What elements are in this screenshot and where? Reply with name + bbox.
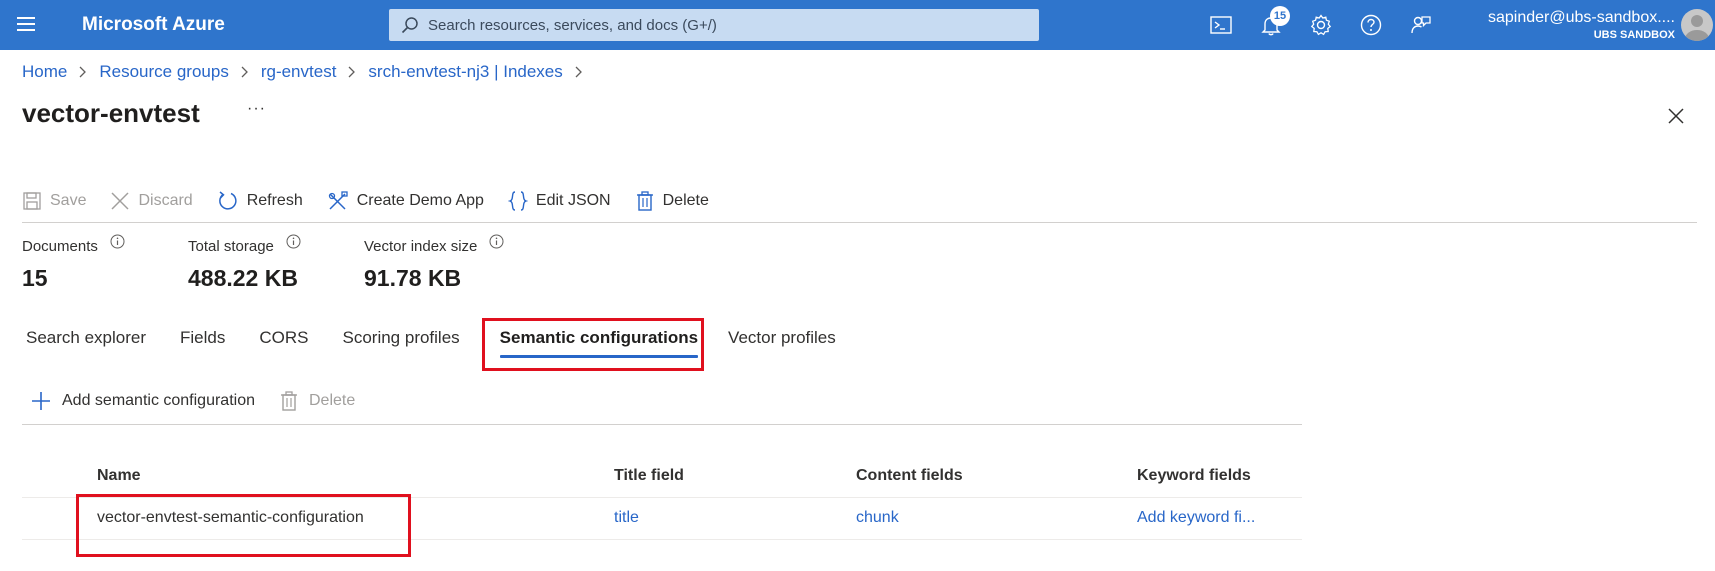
column-header-title-field[interactable]: Title field (614, 464, 684, 488)
breadcrumb-home[interactable]: Home (22, 62, 67, 82)
chevron-right-icon (348, 66, 356, 78)
trash-icon (281, 391, 297, 411)
metric-total-storage: Total storage 488.22 KB (188, 234, 301, 292)
menu-icon[interactable] (16, 14, 40, 36)
column-header-keyword-fields[interactable]: Keyword fields (1137, 464, 1251, 488)
tab-fields[interactable]: Fields (180, 328, 225, 358)
table-header: Name Title field Content fields Keyword … (22, 460, 1302, 498)
create-demo-app-label: Create Demo App (356, 192, 484, 209)
chevron-right-icon (241, 66, 248, 78)
breadcrumb: Home Resource groups rg-envtest srch-env… (22, 62, 595, 82)
info-icon[interactable] (110, 234, 125, 249)
index-tabs: Search explorer Fields CORS Scoring prof… (26, 328, 870, 358)
chevron-right-icon (79, 66, 87, 78)
semantic-toolbar: Add semantic configuration Delete (30, 390, 379, 412)
content-fields-link[interactable]: chunk (856, 506, 899, 530)
help-icon[interactable] (1359, 13, 1383, 37)
metric-value: 488.22 KB (188, 265, 298, 291)
delete-label: Delete (309, 392, 356, 409)
trash-icon (636, 191, 653, 211)
edit-json-label: Edit JSON (535, 192, 611, 209)
delete-label: Delete (662, 192, 709, 209)
discard-label: Discard (138, 192, 193, 209)
index-toolbar: Save Discard Refresh Create Demo App Edi… (22, 186, 733, 216)
refresh-button[interactable]: Refresh (217, 190, 303, 212)
avatar[interactable] (1681, 9, 1713, 41)
create-demo-app-button[interactable]: Create Demo App (327, 190, 484, 212)
tab-search-explorer[interactable]: Search explorer (26, 328, 146, 358)
save-label: Save (50, 192, 87, 209)
info-icon[interactable] (489, 234, 504, 249)
column-header-name[interactable]: Name (97, 464, 141, 488)
top-bar: Microsoft Azure 15 sapinder@ubs-sandbox.… (0, 0, 1715, 50)
discard-button[interactable]: Discard (110, 191, 193, 211)
breadcrumb-rg-envtest[interactable]: rg-envtest (261, 62, 337, 82)
tab-vector-profiles[interactable]: Vector profiles (728, 328, 836, 358)
tab-semantic-configurations[interactable]: Semantic configurations (499, 328, 699, 358)
info-icon[interactable] (286, 234, 301, 249)
column-header-content-fields[interactable]: Content fields (856, 464, 963, 488)
title-field-link[interactable]: title (614, 506, 639, 530)
global-search[interactable] (389, 9, 1039, 41)
delete-index-button[interactable]: Delete (635, 190, 709, 212)
account-menu[interactable]: sapinder@ubs-sandbox.... UBS SANDBOX (1488, 8, 1675, 42)
toolbar-divider (22, 222, 1697, 223)
subtoolbar-divider (22, 424, 1302, 425)
metric-label: Total storage (188, 238, 274, 255)
table-row[interactable]: vector-envtest-semantic-configuration ti… (22, 498, 1302, 540)
metric-documents: Documents 15 (22, 234, 125, 292)
metric-label: Vector index size (364, 238, 478, 255)
feedback-icon[interactable] (1409, 13, 1433, 37)
search-input[interactable] (428, 16, 1028, 34)
delete-semantic-configuration-button[interactable]: Delete (279, 390, 355, 412)
keyword-fields-link[interactable]: Add keyword fi... (1137, 506, 1255, 530)
search-icon (401, 17, 418, 34)
refresh-icon (218, 191, 237, 210)
save-button[interactable]: Save (22, 191, 86, 211)
breadcrumb-resource-groups[interactable]: Resource groups (99, 62, 228, 82)
notification-badge: 15 (1270, 6, 1290, 26)
refresh-label: Refresh (246, 192, 303, 209)
breadcrumb-search-service-indexes[interactable]: srch-envtest-nj3 | Indexes (368, 62, 562, 82)
close-icon[interactable] (1666, 106, 1686, 126)
page-title: vector-envtest (22, 98, 200, 128)
tab-cors[interactable]: CORS (259, 328, 308, 358)
tab-scoring-profiles[interactable]: Scoring profiles (343, 328, 460, 358)
chevron-right-icon (575, 66, 582, 78)
discard-icon (111, 192, 129, 210)
metric-value: 91.78 KB (364, 265, 462, 291)
metric-value: 15 (22, 265, 48, 291)
design-tools-icon (328, 191, 348, 210)
account-tenant: UBS SANDBOX (1593, 29, 1675, 41)
semantic-configurations-table: Name Title field Content fields Keyword … (22, 460, 1302, 540)
config-name[interactable]: vector-envtest-semantic-configuration (97, 506, 364, 530)
metric-label: Documents (22, 238, 98, 255)
braces-icon (507, 191, 528, 211)
metric-vector-index-size: Vector index size 91.78 KB (364, 234, 504, 292)
cloud-shell-icon[interactable] (1209, 13, 1233, 37)
brand-title[interactable]: Microsoft Azure (82, 14, 225, 36)
more-options-button[interactable]: ··· (247, 100, 266, 118)
save-icon (23, 192, 41, 210)
settings-icon[interactable] (1309, 13, 1333, 37)
add-semantic-configuration-label: Add semantic configuration (62, 392, 255, 409)
account-email: sapinder@ubs-sandbox.... (1487, 9, 1675, 26)
add-semantic-configuration-button[interactable]: Add semantic configuration (30, 390, 255, 412)
edit-json-button[interactable]: Edit JSON (507, 190, 611, 212)
plus-icon (32, 392, 50, 410)
